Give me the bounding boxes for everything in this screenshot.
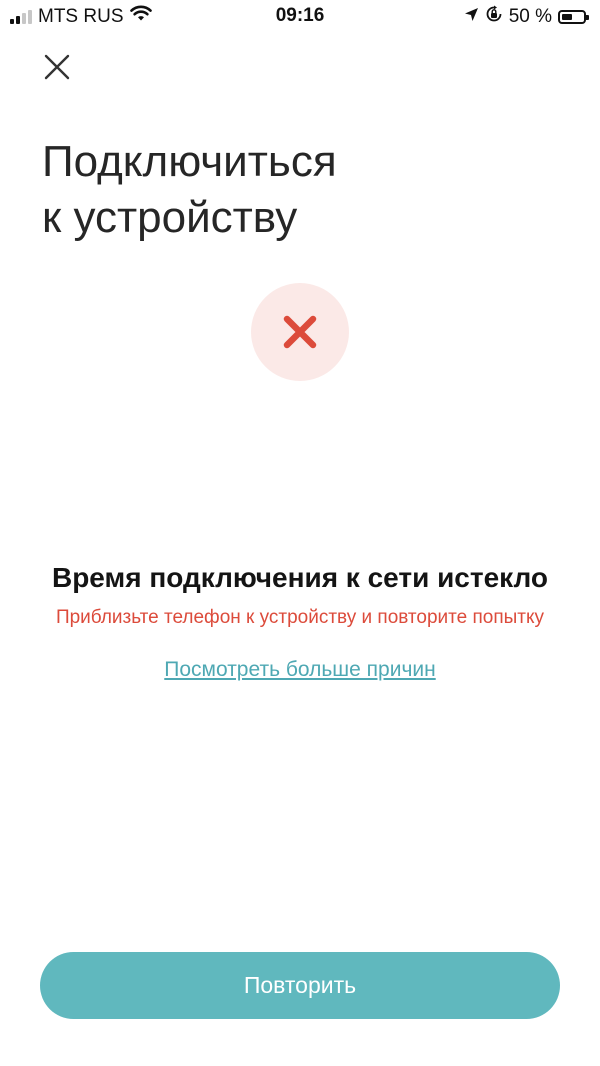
error-x-icon (283, 315, 317, 349)
orientation-lock-icon (485, 5, 503, 29)
error-hint: Приблизьте телефон к устройству и повтор… (55, 607, 545, 628)
battery-level-fill (562, 14, 572, 20)
page-title: Подключиться к устройству (42, 134, 562, 246)
error-title: Время подключения к сети истекло (51, 562, 549, 593)
error-status-icon (251, 283, 349, 381)
status-right: 50 % (464, 5, 589, 29)
close-icon (44, 54, 70, 80)
status-bar: MTS RUS 09:16 50 % (0, 0, 600, 34)
close-button[interactable] (40, 50, 74, 84)
more-reasons-link[interactable]: Посмотреть больше причин (0, 658, 600, 682)
retry-button[interactable]: Повторить (40, 952, 560, 1019)
battery-percent: 50 % (508, 6, 552, 27)
battery-icon (558, 10, 589, 24)
page-title-line2: к устройству (42, 193, 298, 242)
page-title-line1: Подключиться (42, 137, 337, 186)
location-arrow-icon (464, 6, 479, 28)
